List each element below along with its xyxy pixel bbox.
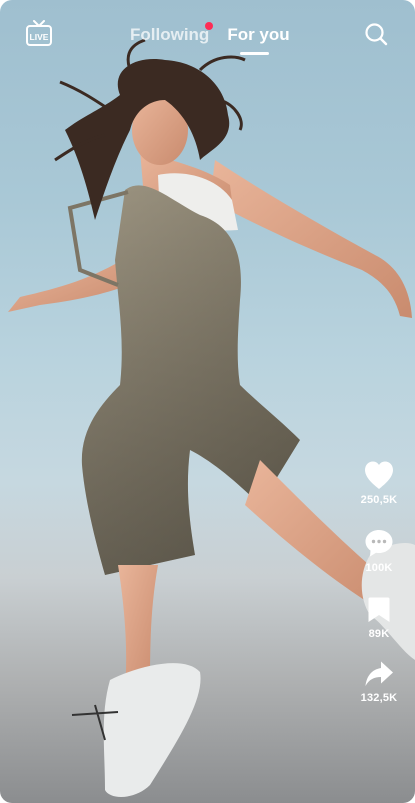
comment-count: 100K [365,562,393,574]
share-count: 132,5K [360,692,398,704]
top-bar: LIVE Following For you [0,0,415,70]
heart-icon [365,461,393,489]
live-label: LIVE [30,32,49,42]
live-tv-icon: LIVE [26,20,52,46]
video-player[interactable] [0,0,415,803]
live-button[interactable]: LIVE [26,20,52,48]
share-button[interactable]: 132,5K [356,660,402,704]
person-figure [8,38,415,797]
search-button[interactable] [364,22,388,46]
like-count: 250,5K [360,494,398,506]
feed-tabs: Following For you [130,22,290,45]
active-tab-indicator [240,52,269,55]
comment-icon [365,530,393,557]
save-count: 89K [368,628,390,640]
tab-following[interactable]: Following [130,22,214,45]
comment-button[interactable]: 100K [356,528,402,574]
tab-following-label: Following [130,25,210,44]
search-icon [365,23,388,46]
save-button[interactable]: 89K [356,596,402,640]
notification-dot [205,22,214,30]
tab-for-you[interactable]: For you [227,25,289,45]
tab-for-you-label: For you [227,25,290,44]
like-button[interactable]: 250,5K [356,460,402,506]
bookmark-icon [368,597,390,622]
share-icon [365,661,393,686]
video-feed-screen: LIVE Following For you 250,5K 100K 89K 1… [0,0,415,803]
